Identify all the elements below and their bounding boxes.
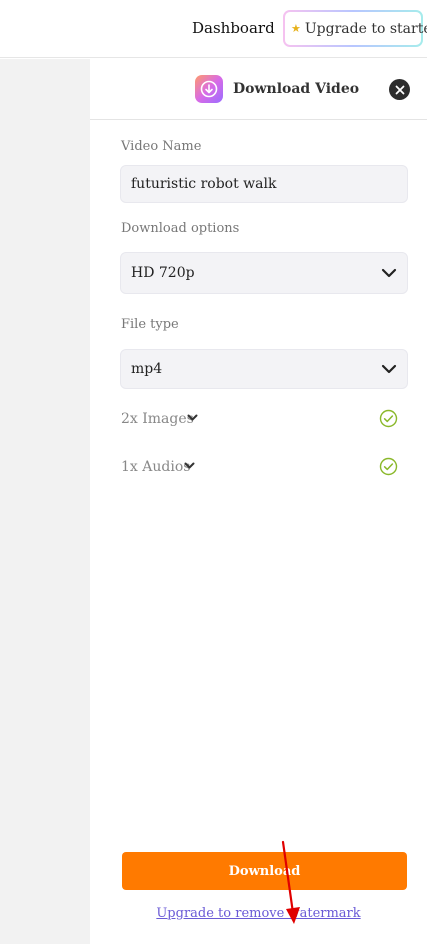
download-options-label: Download options (121, 221, 240, 236)
check-icon (379, 457, 398, 476)
download-button[interactable]: Download (122, 852, 407, 890)
upgrade-button[interactable]: ★ Upgrade to starter (283, 10, 427, 47)
annotation-arrow-icon (281, 840, 300, 924)
chevron-down-icon (381, 364, 397, 374)
video-name-value: futuristic robot walk (131, 176, 277, 192)
dashboard-link[interactable]: Dashboard (192, 19, 275, 37)
close-icon (395, 85, 404, 94)
remove-watermark-link[interactable]: Upgrade to remove watermark (90, 906, 427, 921)
video-name-input[interactable]: futuristic robot walk (120, 165, 408, 203)
close-button[interactable] (389, 79, 410, 100)
images-row[interactable]: 2x Images (121, 409, 398, 431)
audios-label: 1x Audios (121, 459, 191, 475)
file-type-select[interactable]: mp4 (120, 349, 408, 389)
panel-title: Download Video (233, 81, 360, 97)
images-label: 2x Images (121, 411, 194, 427)
video-name-label: Video Name (121, 139, 202, 154)
download-options-value: HD 720p (131, 265, 195, 281)
star-icon: ★ (291, 22, 301, 35)
check-icon (379, 409, 398, 428)
chevron-down-icon (184, 462, 195, 469)
chevron-down-icon (187, 414, 198, 421)
file-type-value: mp4 (131, 361, 163, 377)
audios-row[interactable]: 1x Audios (121, 457, 398, 479)
file-type-label: File type (121, 317, 179, 332)
download-panel: Download Video Video Name futuristic rob… (90, 59, 427, 944)
chevron-down-icon (381, 268, 397, 278)
panel-header: Download Video (90, 59, 427, 120)
upgrade-button-label: Upgrade to starter (304, 20, 427, 37)
download-circle-icon (195, 75, 223, 103)
top-bar: Dashboard ★ Upgrade to starter (0, 0, 427, 58)
upgrade-button-inner: ★ Upgrade to starter (285, 12, 427, 45)
background-area (0, 59, 90, 944)
download-options-select[interactable]: HD 720p (120, 252, 408, 294)
